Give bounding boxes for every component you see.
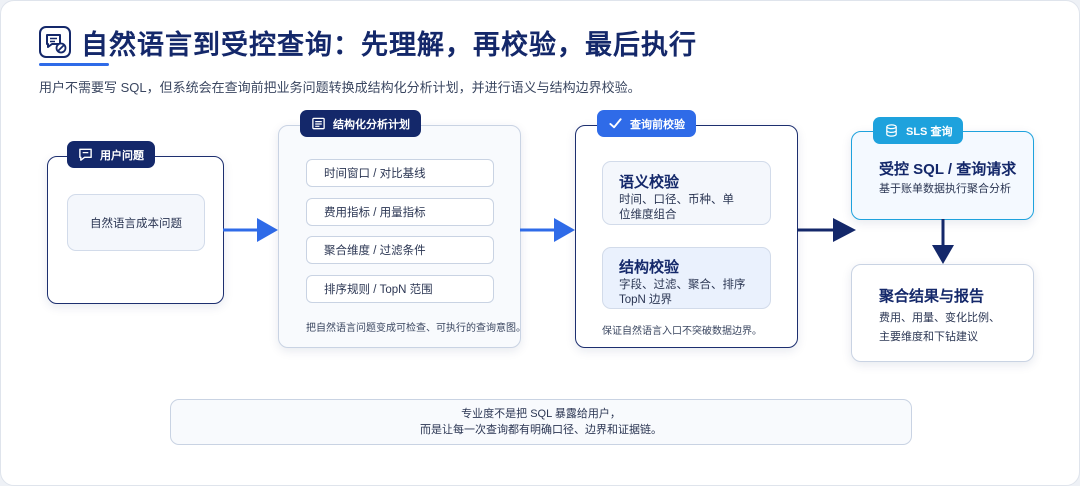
page-subtitle: 用户不需要写 SQL，但系统会在查询前把业务问题转换成结构化分析计划，并进行语义… [39,80,641,95]
arrow-plan-to-check [520,218,575,242]
title-underline [39,63,109,66]
pre-query-check-tag: 查询前校验 [597,110,696,137]
pre-query-check-tag-label: 查询前校验 [630,118,685,131]
analysis-plan-tag: 结构化分析计划 [300,110,421,137]
footer-note: 专业度不是把 SQL 暴露给用户， 而是让每一次查询都有明确口径、边界和证据链。 [170,399,912,445]
semantic-check-text: 时间、口径、币种、单位维度组合 [619,194,734,221]
semantic-check-card: 语义校验 时间、口径、币种、单位维度组合 [602,161,771,225]
result-line: 主要维度和下钻建议 [879,331,978,343]
sls-query-tag-label: SLS 查询 [906,125,953,138]
plan-item: 时间窗口 / 对比基线 [306,159,494,187]
database-icon [886,124,897,137]
structural-check-card: 结构校验 字段、过滤、聚合、排序 TopN 边界 [602,247,771,309]
sls-query-title: 受控 SQL / 查询请求 [879,161,1017,178]
pre-query-check-box [575,125,798,348]
semantic-check-title: 语义校验 [619,174,680,191]
user-question-box: 自然语言成本问题 [47,156,224,304]
sls-query-box: 受控 SQL / 查询请求 基于账单数据执行聚合分析 [851,131,1034,220]
user-question-text: 自然语言成本问题 [90,217,182,230]
sls-query-text: 基于账单数据执行聚合分析 [879,183,1011,195]
footer-line: 专业度不是把 SQL 暴露给用户， [461,408,621,420]
checkmark-icon [609,118,622,129]
footer-line: 而是让每一次查询都有明确口径、边界和证据链。 [420,424,662,436]
user-question-tag-label: 用户问题 [100,149,144,162]
plan-item: 排序规则 / TopN 范围 [306,275,494,303]
arrow-check-to-query [797,218,856,242]
user-question-card: 自然语言成本问题 [67,194,205,251]
page-title: 自然语言到受控查询：先理解，再校验，最后执行 [81,30,697,60]
plan-item: 聚合维度 / 过滤条件 [306,236,494,264]
pre-query-check-note: 保证自然语言入口不突破数据边界。 [602,326,762,337]
analysis-plan-tag-label: 结构化分析计划 [333,118,410,131]
structural-check-title: 结构校验 [619,259,680,276]
arrow-query-to-result [932,219,954,264]
chat-bubble-icon [79,148,92,161]
analysis-plan-note: 把自然语言问题变成可检查、可执行的查询意图。 [306,323,526,334]
user-question-tag: 用户问题 [67,141,155,168]
document-list-icon [312,117,325,130]
sls-query-tag: SLS 查询 [873,117,964,144]
result-line: 费用、用量、变化比例、 [879,312,1000,324]
chat-slash-icon [39,26,71,58]
plan-item: 费用指标 / 用量指标 [306,198,494,226]
result-title: 聚合结果与报告 [879,288,985,305]
structural-check-text: 字段、过滤、聚合、排序 TopN 边界 [619,279,746,306]
result-box: 聚合结果与报告 费用、用量、变化比例、 主要维度和下钻建议 [851,264,1034,362]
diagram-canvas: 自然语言到受控查询：先理解，再校验，最后执行 用户不需要写 SQL，但系统会在查… [0,0,1080,486]
arrow-question-to-plan [223,218,278,242]
